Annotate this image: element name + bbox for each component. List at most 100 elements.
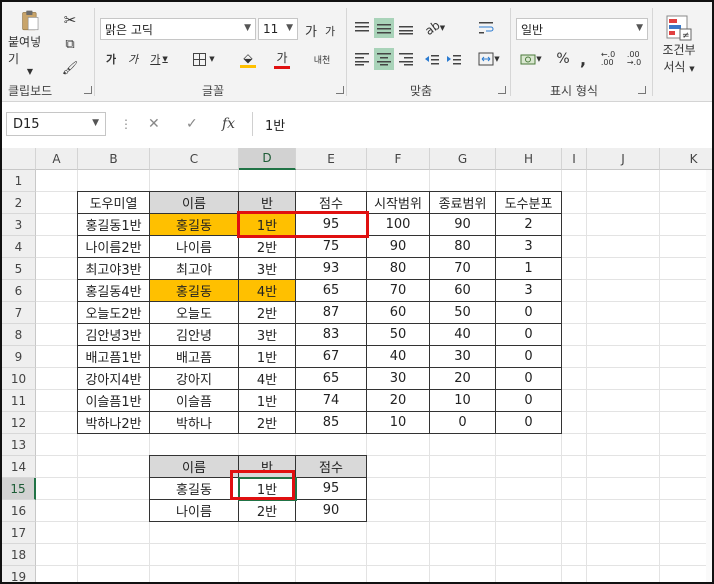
lookup-header-cell[interactable]: 점수 [295, 455, 367, 478]
format-painter-icon[interactable]: 🖌 [60, 58, 80, 78]
enter-icon[interactable]: ✓ [186, 116, 198, 132]
column-header-f[interactable]: F [367, 148, 430, 170]
table-cell[interactable]: 김안녕 [149, 323, 239, 346]
table-cell[interactable]: 67 [295, 345, 367, 368]
table-header-cell[interactable]: 도우미열 [77, 191, 150, 214]
table-cell[interactable]: 박하나 [149, 411, 239, 434]
comma-style-button[interactable]: , [576, 48, 590, 70]
row-header-9[interactable]: 9 [2, 346, 36, 368]
row-header-6[interactable]: 6 [2, 280, 36, 302]
clipboard-launcher-icon[interactable] [84, 86, 92, 94]
row-header-15[interactable]: 15 [2, 478, 36, 500]
table-cell[interactable]: 70 [429, 257, 496, 280]
column-header-b[interactable]: B [78, 148, 150, 170]
align-top-button[interactable] [352, 18, 372, 38]
table-cell[interactable]: 87 [295, 301, 367, 324]
table-cell[interactable]: 홍길동4반 [77, 279, 150, 302]
table-cell[interactable]: 70 [366, 279, 430, 302]
row-header-7[interactable]: 7 [2, 302, 36, 324]
table-header-cell[interactable]: 종료범위 [429, 191, 496, 214]
formula-input[interactable]: 1반 [252, 112, 708, 136]
orientation-button[interactable]: ab ▼ [422, 18, 448, 38]
underline-button[interactable]: 가 ▼ [146, 48, 172, 70]
column-header-i[interactable]: I [562, 148, 587, 170]
row-header-8[interactable]: 8 [2, 324, 36, 346]
table-cell[interactable]: 0 [495, 301, 562, 324]
table-cell[interactable]: 김안녕3반 [77, 323, 150, 346]
table-cell[interactable]: 85 [295, 411, 367, 434]
row-header-12[interactable]: 12 [2, 412, 36, 434]
align-left-button[interactable] [352, 48, 372, 70]
row-header-19[interactable]: 19 [2, 566, 36, 582]
row-header-17[interactable]: 17 [2, 522, 36, 544]
table-cell[interactable]: 90 [429, 213, 496, 236]
align-middle-button[interactable] [374, 18, 394, 38]
table-cell[interactable]: 이슬픔 [149, 389, 239, 412]
table-cell[interactable]: 0 [495, 367, 562, 390]
percent-button[interactable]: % [554, 48, 572, 70]
row-header-16[interactable]: 16 [2, 500, 36, 522]
table-cell[interactable]: 1반 [238, 389, 296, 412]
table-cell[interactable]: 3반 [238, 257, 296, 280]
italic-button[interactable]: 가 [124, 48, 142, 70]
shrink-font-button[interactable]: 가 [322, 22, 338, 40]
table-cell[interactable]: 2 [495, 213, 562, 236]
table-cell[interactable]: 0 [429, 411, 496, 434]
phonetic-button[interactable]: 내천 [308, 48, 336, 70]
column-header-d[interactable]: D [239, 148, 296, 170]
table-cell[interactable]: 20 [429, 367, 496, 390]
cancel-icon[interactable]: ✕ [148, 116, 160, 132]
column-header-h[interactable]: H [496, 148, 562, 170]
table-cell[interactable]: 4반 [238, 279, 296, 302]
more-options-icon[interactable]: ⋮ [120, 117, 132, 131]
table-cell[interactable]: 강아지4반 [77, 367, 150, 390]
table-cell[interactable]: 30 [366, 367, 430, 390]
table-cell[interactable]: 50 [366, 323, 430, 346]
table-cell[interactable]: 강아지 [149, 367, 239, 390]
column-header-g[interactable]: G [430, 148, 496, 170]
row-header-2[interactable]: 2 [2, 192, 36, 214]
table-cell[interactable]: 홍길동 [149, 477, 239, 500]
lookup-header-cell[interactable]: 이름 [149, 455, 239, 478]
table-cell[interactable]: 80 [429, 235, 496, 258]
table-header-cell[interactable]: 시작범위 [366, 191, 430, 214]
insert-function-icon[interactable]: fx [222, 116, 235, 132]
conditional-formatting-button[interactable]: ≠ 조건부 서식 ▼ [656, 10, 702, 80]
increase-decimal-button[interactable]: ←.0.00 [596, 48, 620, 70]
table-cell[interactable]: 65 [295, 367, 367, 390]
table-cell[interactable]: 90 [366, 235, 430, 258]
alignment-launcher-icon[interactable] [498, 86, 506, 94]
column-header-k[interactable]: K [660, 148, 712, 170]
table-cell[interactable]: 10 [429, 389, 496, 412]
table-cell[interactable]: 나이름 [149, 499, 239, 522]
row-header-18[interactable]: 18 [2, 544, 36, 566]
table-cell[interactable]: 배고픔1반 [77, 345, 150, 368]
row-header-10[interactable]: 10 [2, 368, 36, 390]
column-header-j[interactable]: J [587, 148, 660, 170]
row-header-5[interactable]: 5 [2, 258, 36, 280]
decrease-indent-button[interactable] [422, 48, 442, 70]
table-cell[interactable]: 1 [495, 257, 562, 280]
table-cell[interactable]: 10 [366, 411, 430, 434]
wrap-text-button[interactable] [476, 18, 496, 38]
increase-indent-button[interactable] [444, 48, 464, 70]
row-header-11[interactable]: 11 [2, 390, 36, 412]
column-header-e[interactable]: E [296, 148, 367, 170]
table-cell[interactable]: 2반 [238, 499, 296, 522]
table-cell[interactable]: 이슬픔1반 [77, 389, 150, 412]
table-cell[interactable]: 최고야 [149, 257, 239, 280]
font-size-select[interactable]: 11 ▼ [258, 18, 298, 40]
table-cell[interactable]: 0 [495, 389, 562, 412]
name-box[interactable]: D15 ▼ [6, 112, 106, 136]
table-cell[interactable]: 홍길동1반 [77, 213, 150, 236]
table-cell[interactable]: 나이름2반 [77, 235, 150, 258]
copy-icon[interactable]: ⧉ [60, 34, 80, 54]
align-bottom-button[interactable] [396, 18, 416, 38]
table-cell[interactable]: 최고야3반 [77, 257, 150, 280]
column-header-c[interactable]: C [150, 148, 239, 170]
font-color-button[interactable]: 가 [266, 46, 298, 72]
table-cell[interactable]: 93 [295, 257, 367, 280]
table-cell[interactable]: 박하나2반 [77, 411, 150, 434]
table-cell[interactable]: 40 [429, 323, 496, 346]
table-cell[interactable]: 2반 [238, 301, 296, 324]
